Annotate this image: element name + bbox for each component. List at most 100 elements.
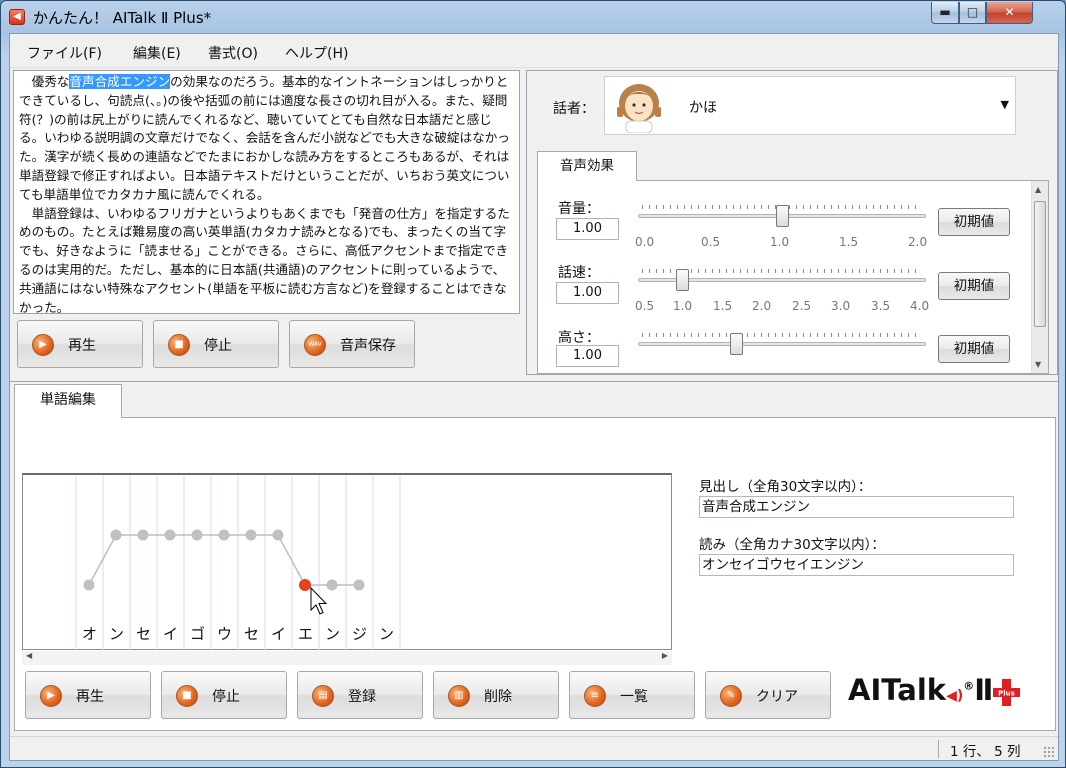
reading-label: 読み（全角カナ30文字以内）： bbox=[699, 537, 885, 553]
tick-label: 2.0 bbox=[752, 299, 772, 313]
stop-icon: ■ bbox=[168, 334, 190, 356]
kana-label: イ bbox=[162, 625, 178, 643]
play-label: 再生 bbox=[76, 689, 104, 705]
pitch-ticks bbox=[642, 333, 922, 337]
kana-label: ン bbox=[324, 625, 340, 643]
accent-point[interactable] bbox=[218, 529, 230, 541]
eraser-icon: ✎ bbox=[720, 685, 742, 707]
volume-label: 音量： bbox=[558, 201, 600, 217]
speed-slider-thumb[interactable] bbox=[676, 269, 690, 291]
tab-voice-effects[interactable]: 音声効果 bbox=[537, 151, 637, 181]
kana-label: エ bbox=[297, 625, 313, 643]
kana-label: ン bbox=[108, 625, 124, 643]
cursor-position: 1 行、 5 列 bbox=[950, 744, 1021, 760]
accent-point[interactable] bbox=[191, 529, 203, 541]
kana-label: ン bbox=[378, 625, 394, 643]
menu-help[interactable]: ヘルプ(H) bbox=[285, 43, 348, 63]
scroll-up-icon[interactable]: ▲ bbox=[1035, 185, 1041, 194]
save-audio-button[interactable]: WAV 音声保存 bbox=[289, 320, 415, 368]
speed-value[interactable]: 1.00 bbox=[556, 282, 619, 304]
pitch-slider-thumb[interactable] bbox=[730, 333, 743, 355]
volume-value[interactable]: 1.00 bbox=[556, 218, 619, 240]
pitch-slider[interactable] bbox=[638, 342, 926, 346]
kana-label: セ bbox=[243, 625, 259, 643]
menu-file[interactable]: ファイル(F) bbox=[27, 43, 102, 63]
voice-settings-panel: 話者： かほ ▼ 音声効果 音量： 1.00 0.0 0.5 1.0 1.5 2… bbox=[526, 70, 1058, 375]
play-icon: ▶ bbox=[32, 334, 54, 356]
stop-button[interactable]: ■ 停止 bbox=[153, 320, 279, 368]
accent-point[interactable] bbox=[353, 579, 365, 591]
speed-reset-button[interactable]: 初期値 bbox=[938, 272, 1010, 300]
scrollbar-thumb[interactable] bbox=[1034, 201, 1046, 327]
accent-point[interactable] bbox=[110, 529, 122, 541]
kana-label: セ bbox=[135, 625, 151, 643]
volume-reset-button[interactable]: 初期値 bbox=[938, 208, 1010, 236]
minimize-button[interactable]: ▬ bbox=[931, 2, 959, 24]
reading-input[interactable]: オンセイゴウセイエンジン bbox=[699, 554, 1014, 576]
speaker-name: かほ bbox=[689, 100, 717, 116]
word-stop-button[interactable]: ■ 停止 bbox=[161, 671, 287, 719]
clear-label: クリア bbox=[756, 689, 798, 705]
register-label: 登録 bbox=[348, 689, 376, 705]
svg-text:Plus: Plus bbox=[999, 689, 1016, 697]
logo-roman-numeral: Ⅱ bbox=[974, 673, 994, 707]
text-editor[interactable]: 優秀な音声合成エンジンの効果なのだろう。基本的なイントネーションはしっかりとでき… bbox=[13, 70, 520, 314]
volume-tick-labels: 0.0 0.5 1.0 1.5 2.0 bbox=[635, 235, 935, 251]
tick-label: 1.0 bbox=[770, 235, 790, 249]
accent-point[interactable] bbox=[137, 529, 149, 541]
menu-edit[interactable]: 編集(E) bbox=[133, 43, 181, 63]
menu-format[interactable]: 書式(O) bbox=[208, 43, 258, 63]
accent-point[interactable] bbox=[272, 529, 284, 541]
editor-paragraph-1: 優秀な音声合成エンジンの効果なのだろう。基本的なイントネーションはしっかりとでき… bbox=[19, 73, 516, 205]
tick-label: 3.5 bbox=[871, 299, 891, 313]
app-window: ◀ かんたん！ AITalk Ⅱ Plus* ▬ □ ✕ ファイル(F) 編集(… bbox=[0, 0, 1066, 768]
tick-label: 0.5 bbox=[635, 299, 655, 313]
volume-slider-thumb[interactable] bbox=[776, 205, 789, 227]
aitalk-logo: AITalk◀)®Ⅱ Plus bbox=[848, 673, 1021, 707]
list-icon: ≡ bbox=[584, 685, 606, 707]
accent-point-selected[interactable] bbox=[299, 579, 311, 591]
pitch-value[interactable]: 1.00 bbox=[556, 345, 619, 367]
title-bar[interactable]: ◀ かんたん！ AITalk Ⅱ Plus* ▬ □ ✕ bbox=[1, 1, 1065, 33]
logo-text: AITalk bbox=[848, 673, 947, 707]
save-audio-label: 音声保存 bbox=[340, 338, 396, 354]
tab-word-edit[interactable]: 単語編集 bbox=[14, 384, 122, 418]
speaker-select[interactable]: かほ ▼ bbox=[604, 76, 1016, 135]
heading-input[interactable]: 音声合成エンジン bbox=[699, 496, 1014, 518]
speaker-avatar bbox=[617, 84, 661, 133]
register-button[interactable]: ▤ 登録 bbox=[297, 671, 423, 719]
scroll-left-icon[interactable]: ◀ bbox=[26, 651, 32, 660]
tick-label: 0.5 bbox=[701, 235, 721, 249]
list-button[interactable]: ≡ 一覧 bbox=[569, 671, 695, 719]
registered-mark: ® bbox=[963, 679, 975, 693]
accent-scrollbar[interactable]: ◀ ▶ bbox=[22, 651, 672, 665]
tick-label: 2.5 bbox=[792, 299, 812, 313]
pitch-reset-button[interactable]: 初期値 bbox=[938, 335, 1010, 363]
trash-icon: ▥ bbox=[448, 685, 470, 707]
dropdown-arrow-icon: ▼ bbox=[1000, 98, 1009, 111]
maximize-button[interactable]: □ bbox=[959, 2, 986, 24]
word-play-button[interactable]: ▶ 再生 bbox=[25, 671, 151, 719]
resize-grip-icon[interactable] bbox=[1043, 746, 1055, 758]
editor-text: の効果なのだろう。基本的なイントネーションはしっかりとできているし、句読点(、。… bbox=[19, 74, 510, 202]
accent-point[interactable] bbox=[83, 579, 95, 591]
book-icon: ▤ bbox=[312, 685, 334, 707]
accent-point[interactable] bbox=[326, 579, 338, 591]
menu-bar: ファイル(F) 編集(E) 書式(O) ヘルプ(H) bbox=[10, 34, 1058, 68]
client-area: ファイル(F) 編集(E) 書式(O) ヘルプ(H) 優秀な音声合成エンジンの効… bbox=[9, 33, 1059, 761]
play-button[interactable]: ▶ 再生 bbox=[17, 320, 143, 368]
accent-point[interactable] bbox=[245, 529, 257, 541]
pitch-label: 高さ： bbox=[558, 330, 600, 346]
stop-label: 停止 bbox=[212, 689, 240, 705]
clear-button[interactable]: ✎ クリア bbox=[705, 671, 831, 719]
window-title: かんたん！ AITalk Ⅱ Plus* bbox=[33, 9, 212, 27]
status-separator bbox=[938, 740, 939, 758]
scroll-down-icon[interactable]: ▼ bbox=[1035, 360, 1041, 369]
tick-label: 2.0 bbox=[908, 235, 928, 249]
close-button[interactable]: ✕ bbox=[986, 2, 1033, 24]
accent-editor[interactable]: オンセイゴウセイエンジン bbox=[22, 473, 672, 650]
scroll-right-icon[interactable]: ▶ bbox=[662, 651, 668, 660]
accent-point[interactable] bbox=[164, 529, 176, 541]
delete-button[interactable]: ▥ 削除 bbox=[433, 671, 559, 719]
voice-effects-scrollbar[interactable]: ▲ ▼ bbox=[1031, 181, 1048, 373]
